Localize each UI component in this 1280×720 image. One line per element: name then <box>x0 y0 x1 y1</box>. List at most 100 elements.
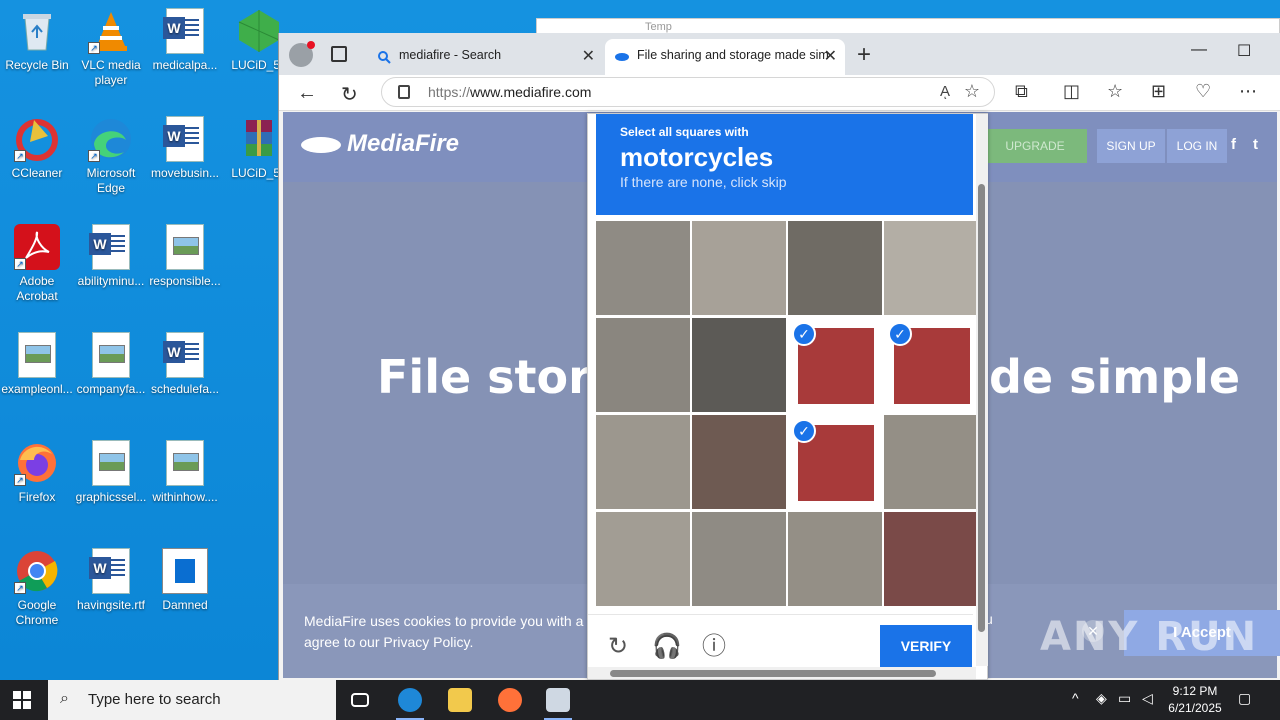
captcha-tile[interactable] <box>596 318 690 412</box>
address-toolbar: ← ↻ https://www.mediafire.com Aͅ ☆ ⧉ ◫ ☆… <box>279 75 1280 111</box>
tab-mediafire-search[interactable]: mediafire - Search ✕ <box>367 39 603 75</box>
system-clock[interactable]: 9:12 PM 6/21/2025 <box>1160 683 1230 717</box>
desktop-icon-withinhow[interactable]: withinhow.... <box>148 440 222 505</box>
security-icon[interactable]: ◈ <box>1096 690 1107 707</box>
background-window-title: Temp <box>645 21 672 33</box>
desktop-icon-ccleaner[interactable]: ↗ CCleaner <box>0 116 74 181</box>
desktop-icon-microsoft-edge[interactable]: ↗ Microsoft Edge <box>74 116 148 196</box>
hero-headline-right: de simple <box>989 350 1241 404</box>
scrollbar-thumb[interactable] <box>610 670 936 677</box>
captcha-tile[interactable] <box>884 221 978 315</box>
taskbar-firefox-icon[interactable] <box>486 680 534 720</box>
info-icon[interactable]: ⓘ <box>700 633 728 661</box>
captcha-tile[interactable] <box>596 221 690 315</box>
log-in-button[interactable]: LOG IN <box>1167 129 1227 163</box>
mediafire-logo[interactable]: MediaFire <box>301 130 459 158</box>
facebook-icon[interactable]: f <box>1231 136 1236 153</box>
close-tab-icon[interactable]: ✕ <box>582 46 595 66</box>
desktop-icon-havingsite[interactable]: W havingsite.rtf <box>74 548 148 613</box>
sign-up-button[interactable]: SIGN UP <box>1097 129 1165 163</box>
desktop-icon-label: Damned <box>162 598 208 612</box>
desktop-icon-graphicssel[interactable]: graphicssel... <box>74 440 148 505</box>
reload-icon[interactable]: ↻ <box>604 633 632 661</box>
captcha-tile[interactable] <box>884 415 978 509</box>
checkmark-icon: ✓ <box>792 419 816 443</box>
desktop-icon-recycle-bin[interactable]: Recycle Bin <box>0 8 74 73</box>
captcha-tile[interactable] <box>692 512 786 606</box>
taskbar-edge-icon[interactable] <box>386 680 434 720</box>
upgrade-button[interactable]: UPGRADE <box>983 129 1087 163</box>
desktop-icon-label: havingsite.rtf <box>76 598 146 612</box>
horizontal-scrollbar[interactable] <box>588 667 976 679</box>
windows-start-icon[interactable] <box>13 691 31 709</box>
image-file-icon <box>166 224 204 270</box>
browser-essentials-icon[interactable]: ♡ <box>1195 81 1211 102</box>
desktop-icon-responsible[interactable]: responsible... <box>148 224 222 289</box>
twitter-icon[interactable]: t <box>1253 136 1258 153</box>
taskbar-app-window-icon[interactable] <box>534 680 582 720</box>
checkmark-icon: ✓ <box>792 322 816 346</box>
captcha-image-grid: ✓ ✓ ✓ <box>596 221 978 607</box>
refresh-icon[interactable]: ↻ <box>341 82 358 107</box>
minimize-icon[interactable]: — <box>1191 41 1207 59</box>
image-file-icon <box>18 332 56 378</box>
read-aloud-icon[interactable]: Aͅ <box>940 83 950 100</box>
split-screen-icon[interactable]: ◫ <box>1063 81 1080 102</box>
desktop-icon-adobe-acrobat[interactable]: ↗ Adobe Acrobat <box>0 224 74 304</box>
profile-avatar-icon[interactable] <box>289 41 315 67</box>
desktop-icon-damned[interactable]: Damned <box>148 548 222 613</box>
desktop-icon-label: responsible... <box>149 274 221 288</box>
more-menu-icon[interactable]: ⋯ <box>1239 81 1257 102</box>
collections-icon[interactable]: ⊞ <box>1151 81 1166 102</box>
tab-actions-icon[interactable] <box>331 46 347 62</box>
back-arrow-icon[interactable]: ← <box>297 82 317 105</box>
captcha-tile[interactable]: ✓ <box>788 318 882 412</box>
desktop-icon-schedulefa[interactable]: W schedulefa... <box>148 332 222 397</box>
verify-button[interactable]: VERIFY <box>880 625 972 667</box>
volume-icon[interactable]: ◁ <box>1142 690 1153 707</box>
favorite-star-icon[interactable]: ☆ <box>964 81 980 102</box>
scrollbar-thumb[interactable] <box>978 184 985 632</box>
desktop-icon-companyfa[interactable]: companyfa... <box>74 332 148 397</box>
desktop-icon-exampleonl[interactable]: exampleonl... <box>0 332 74 397</box>
captcha-tile[interactable]: ✓ <box>788 415 882 509</box>
captcha-tile[interactable] <box>692 318 786 412</box>
captcha-tile[interactable] <box>884 512 978 606</box>
tab-mediafire[interactable]: File sharing and storage made sim ✕ <box>605 39 845 75</box>
mediafire-icon <box>615 50 629 64</box>
address-bar[interactable]: https://www.mediafire.com Aͅ ☆ <box>381 77 995 107</box>
close-tab-icon[interactable]: ✕ <box>824 46 837 66</box>
taskbar-file-explorer-icon[interactable] <box>436 680 484 720</box>
background-explorer-window[interactable]: Temp <box>536 18 1280 34</box>
desktop-icon-label: companyfa... <box>76 382 146 396</box>
captcha-tile[interactable] <box>692 415 786 509</box>
taskbar-search-box[interactable]: ⌕ Type here to search <box>48 680 336 720</box>
show-hidden-icons-icon[interactable]: ^ <box>1072 690 1079 706</box>
network-icon[interactable]: ▭ <box>1118 690 1131 707</box>
extensions-icon[interactable]: ⧉ <box>1015 81 1028 102</box>
desktop-icon-medicalpa[interactable]: W medicalpa... <box>148 8 222 73</box>
favorites-icon[interactable]: ☆ <box>1107 81 1123 102</box>
captcha-tile[interactable]: ✓ <box>884 318 978 412</box>
notification-center-icon[interactable]: ▢ <box>1238 690 1251 707</box>
vertical-scrollbar[interactable] <box>976 114 988 666</box>
desktop-icon-abilityminu[interactable]: W abilityminu... <box>74 224 148 289</box>
captcha-hint: If there are none, click skip <box>620 174 787 190</box>
audio-headphones-icon[interactable]: 🎧 <box>652 633 682 661</box>
task-view-icon[interactable] <box>336 680 384 720</box>
captcha-tile[interactable] <box>788 221 882 315</box>
application-icon <box>162 548 208 594</box>
maximize-icon[interactable]: ☐ <box>1237 41 1251 61</box>
captcha-tile[interactable] <box>692 221 786 315</box>
ccleaner-icon: ↗ <box>14 116 60 162</box>
desktop-icon-firefox[interactable]: ↗ Firefox <box>0 440 74 505</box>
new-tab-icon[interactable]: + <box>857 41 871 69</box>
green-gem-icon <box>236 8 282 54</box>
captcha-tile[interactable] <box>596 415 690 509</box>
captcha-tile[interactable] <box>596 512 690 606</box>
desktop-icon-movebusin[interactable]: W movebusin... <box>148 116 222 181</box>
desktop-icon-label: Firefox <box>18 490 56 504</box>
desktop-icon-google-chrome[interactable]: ↗ Google Chrome <box>0 548 74 628</box>
captcha-tile[interactable] <box>788 512 882 606</box>
desktop-icon-vlc[interactable]: ↗ VLC media player <box>74 8 148 88</box>
